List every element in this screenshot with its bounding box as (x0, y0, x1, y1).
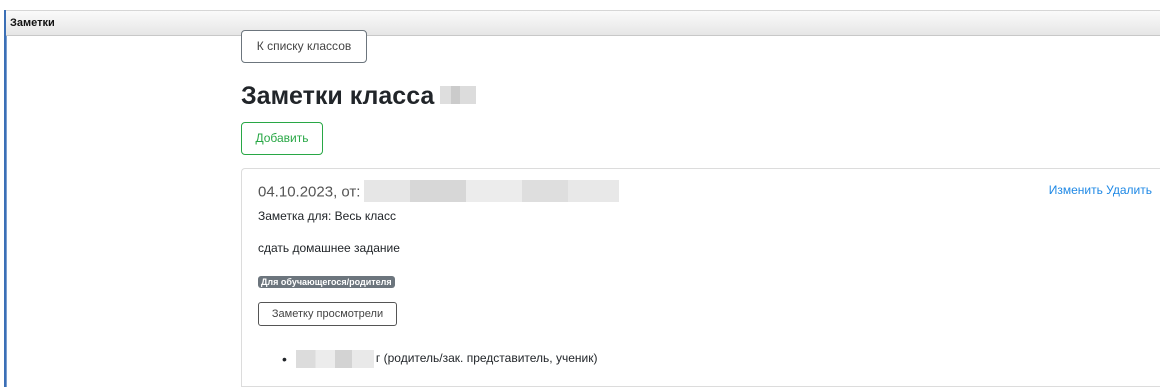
note-header: 04.10.2023, от: (258, 180, 620, 202)
redacted-class-name (440, 86, 477, 105)
viewer-role: г (родитель/зак. представитель, ученик) (375, 351, 598, 366)
audience-badge: Для обучающегося/родителя (258, 276, 395, 288)
note-date-author: 04.10.2023, от: (258, 183, 361, 201)
window-titlebar: Заметки (6, 10, 1160, 36)
bullet-icon: • (282, 351, 287, 367)
back-to-classes-button[interactable]: К списку классов (241, 30, 367, 63)
edit-note-link[interactable]: Изменить (1049, 183, 1103, 197)
window-title: Заметки (10, 17, 55, 29)
redacted-author-name (364, 180, 620, 202)
viewer-list-item: • г (родитель/зак. представитель, ученик) (282, 350, 597, 368)
note-recipient: Заметка для: Весь класс (258, 209, 396, 223)
page-title-text: Заметки класса (241, 82, 435, 110)
page-title: Заметки класса (241, 82, 477, 111)
window-left-border (6, 36, 7, 387)
note-actions: Изменить Удалить (1049, 183, 1152, 197)
add-note-button[interactable]: Добавить (241, 122, 323, 155)
note-card: 04.10.2023, от: Изменить Удалить Заметка… (241, 168, 1160, 387)
note-body: сдать домашнее задание (258, 241, 400, 255)
delete-note-link[interactable]: Удалить (1106, 183, 1152, 197)
note-viewed-button[interactable]: Заметку просмотрели (258, 302, 397, 326)
redacted-viewer-name (295, 350, 374, 368)
